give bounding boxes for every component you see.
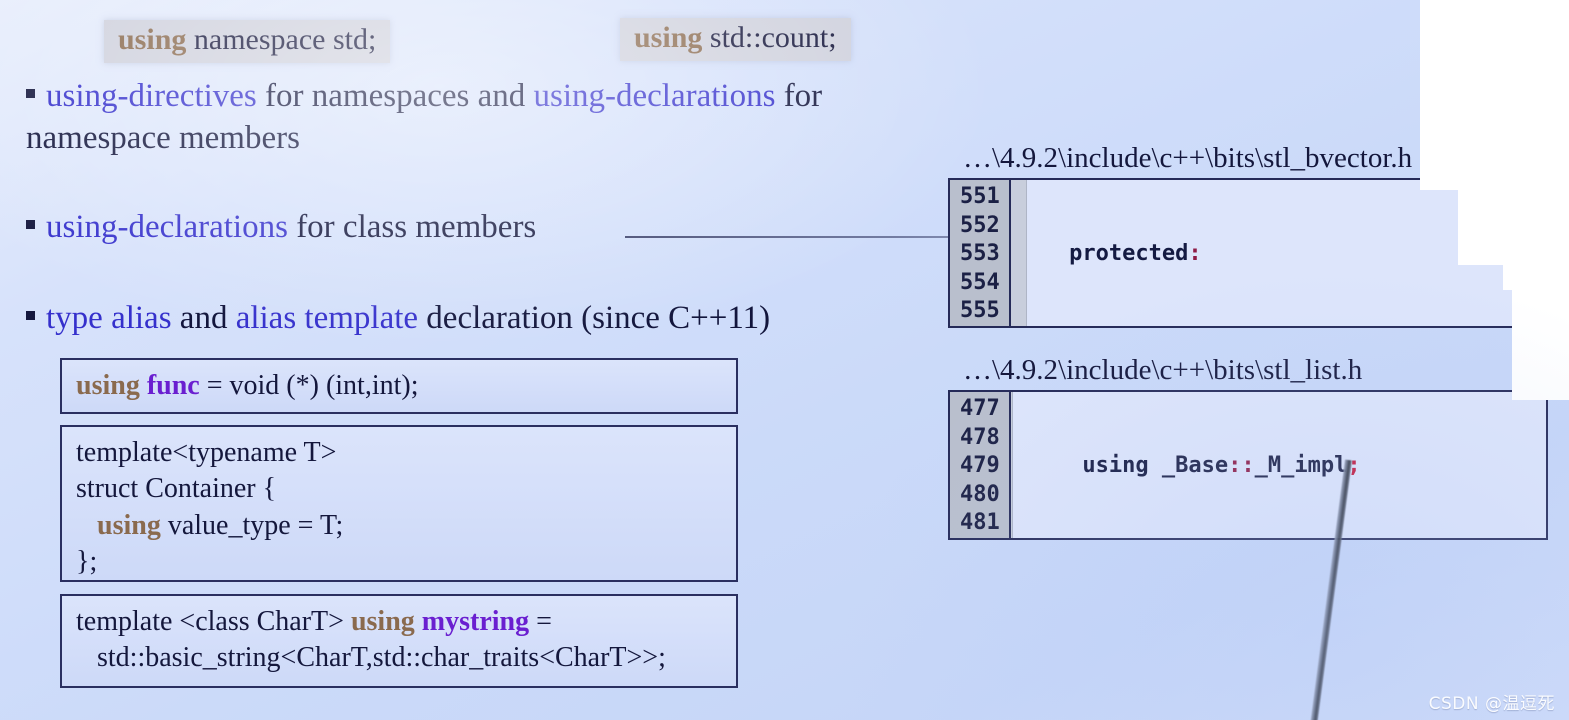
line-operator: :: (1228, 539, 1255, 541)
code-container-line-1: template<typename T> (76, 437, 337, 468)
line-operator: :: (1228, 453, 1255, 478)
bullet-square-icon (26, 89, 35, 99)
line-semicolon: ; (1400, 539, 1413, 541)
csdn-watermark: CSDN @温逗死 (1428, 694, 1555, 714)
code-mystring-pre: template <class CharT> (76, 606, 351, 637)
listing-code-body: protected: using _Base::_M_allocate; usi… (1027, 180, 1546, 326)
bullet-3-term-2: alias template (235, 300, 419, 336)
code-chip-using-declaration: using std::count; (620, 18, 851, 61)
line-number-gutter: 551 552 553 554 555 (950, 180, 1011, 326)
slide-canvas: using namespace std; using std::count; u… (0, 0, 1569, 720)
bullet-2-text-1: for class members (287, 209, 537, 245)
code-container-line-4: }; (76, 546, 98, 578)
code-line: protected: (1043, 240, 1546, 269)
line-mid: _Base (1148, 453, 1229, 478)
fold-margin (1010, 180, 1027, 326)
code-line: using _Base::_M_impl; (1029, 452, 1546, 481)
bullet-1-term-1: using-directives (46, 78, 257, 114)
code-listing-stl-bvector: 551 552 553 554 555 protected: using _Ba… (948, 178, 1548, 328)
code-mystring-post: = (529, 606, 552, 637)
line-mid: _Base (1149, 539, 1228, 541)
chip-text: namespace std; (186, 23, 377, 56)
bullet-square-icon (26, 220, 35, 230)
overexposed-region (1420, 0, 1480, 190)
code-line: using _Base::_M_put_node; (1029, 538, 1546, 541)
code-listing-stl-list: 477 478 479 480 481 using _Base::_M_impl… (948, 390, 1548, 540)
line-tail: _M_impl (1254, 453, 1348, 478)
code-keyword-using: using (76, 370, 140, 401)
code-keyword-using: using (97, 509, 161, 541)
bullet-1-text-1: for namespaces and (256, 78, 534, 114)
code-line: using _Base::_M_allocate; (1043, 326, 1546, 329)
file-path-stl-list: …\4.9.2\include\c++\bits\stl_list.h (963, 354, 1363, 386)
line-keyword: protected (1069, 241, 1189, 266)
chip-keyword: using (634, 21, 703, 54)
bullet-2-term-1: using-declarations (46, 209, 288, 245)
line-semicolon: ; (1414, 327, 1427, 329)
bullet-using-directives: using-directives for namespaces and usin… (26, 76, 956, 159)
bullet-using-declarations-class: using-declarations for class members (26, 207, 666, 249)
chip-keyword: using (118, 23, 187, 56)
line-tail: _M_allocate (1268, 327, 1414, 329)
bullet-3-text-2: declaration (since C++11) (418, 300, 771, 336)
connector-line-bullet-to-bvector (625, 236, 950, 238)
code-keyword-using: using (350, 606, 415, 637)
line-keyword: using (1082, 453, 1149, 478)
line-operator: :: (1241, 327, 1268, 329)
code-container-line-3-indent (76, 510, 97, 541)
line-operator: : (1188, 241, 1202, 266)
code-container-line-3-rest: value_type = T; (160, 509, 344, 541)
code-func-rest: = void (*) (int,int); (199, 370, 419, 401)
code-alias-mystring: mystring (414, 606, 530, 637)
line-tail: _M_put_node (1255, 539, 1401, 541)
code-box-mystring-alias-template: template <class CharT> using mystring = … (60, 594, 738, 688)
code-chip-using-namespace: using namespace std; (104, 20, 391, 63)
listing-code-body: using _Base::_M_impl; using _Base::_M_pu… (1013, 392, 1546, 538)
file-path-stl-bvector: …\4.9.2\include\c++\bits\stl_bvector.h (963, 142, 1413, 174)
line-keyword: using (1096, 327, 1162, 329)
bullet-3-text-1: and (171, 300, 236, 336)
bullet-square-icon (26, 311, 35, 321)
bullet-3-term-1: type alias (46, 300, 172, 336)
code-container-line-2: struct Container { (76, 473, 277, 505)
line-mid: _Base (1162, 327, 1241, 329)
line-number-gutter: 477 478 479 480 481 (950, 392, 1011, 538)
line-semicolon: ; (1347, 453, 1361, 478)
code-mystring-line-2: std::basic_string<CharT,std::char_traits… (76, 642, 666, 674)
bullet-1-term-2: using-declarations (533, 78, 776, 114)
code-box-container-template: template<typename T> struct Container { … (60, 425, 738, 582)
code-alias-func: func (146, 370, 200, 401)
line-keyword: using (1082, 539, 1148, 541)
code-box-func-alias: using func = void (*) (int,int); (60, 358, 738, 414)
chip-text: std::count; (702, 21, 837, 54)
bullet-type-alias: type alias and alias template declaratio… (26, 298, 926, 340)
